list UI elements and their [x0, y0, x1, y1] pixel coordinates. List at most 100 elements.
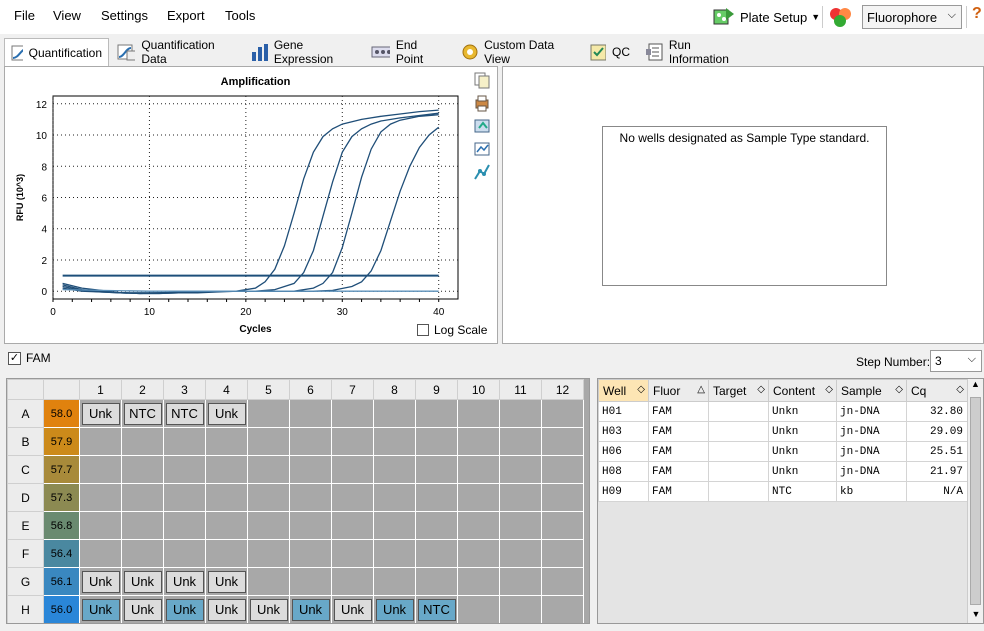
plate-well[interactable]: [79, 511, 122, 540]
plate-well[interactable]: [457, 455, 500, 484]
plate-well[interactable]: [457, 567, 500, 596]
plate-well[interactable]: [247, 399, 290, 428]
plate-well[interactable]: [373, 483, 416, 512]
plate-well[interactable]: [247, 567, 290, 596]
plate-well[interactable]: [205, 483, 248, 512]
plate-well[interactable]: [373, 511, 416, 540]
plate-well[interactable]: [289, 567, 332, 596]
menu-settings[interactable]: Settings: [101, 8, 148, 23]
plate-column-header[interactable]: 1: [79, 379, 122, 400]
scroll-down-icon[interactable]: ▼: [968, 609, 983, 623]
plate-well[interactable]: Unk: [205, 567, 248, 596]
plate-well[interactable]: [415, 567, 458, 596]
results-column-header[interactable]: Well ◇: [598, 379, 649, 402]
plate-well[interactable]: [163, 511, 206, 540]
tab-gene-expression[interactable]: Gene Expression: [243, 38, 363, 66]
plate-well[interactable]: [247, 483, 290, 512]
fam-checkbox[interactable]: ✓ FAM: [8, 351, 51, 365]
plate-well[interactable]: [205, 511, 248, 540]
plate-well[interactable]: Unk: [121, 567, 164, 596]
plate-well[interactable]: [289, 427, 332, 456]
plate-well[interactable]: [457, 483, 500, 512]
scrollbar[interactable]: ▲ ▼: [967, 379, 983, 623]
plate-well[interactable]: [373, 539, 416, 568]
plate-corner[interactable]: [7, 379, 44, 400]
plate-well[interactable]: [79, 483, 122, 512]
plate-column-header[interactable]: 2: [121, 379, 164, 400]
print-icon[interactable]: [473, 94, 491, 112]
plate-well[interactable]: [541, 455, 584, 484]
plate-well[interactable]: [415, 483, 458, 512]
plate-well[interactable]: [79, 455, 122, 484]
table-row[interactable]: H03 FAM Unkn jn-DNA 29.09: [598, 421, 968, 442]
plate-well[interactable]: [499, 567, 542, 596]
plate-well[interactable]: [331, 539, 374, 568]
scroll-up-icon[interactable]: ▲: [968, 379, 983, 395]
export-image-icon[interactable]: [473, 117, 491, 135]
plate-well[interactable]: [373, 455, 416, 484]
plate-well[interactable]: [457, 427, 500, 456]
plate-well[interactable]: [373, 427, 416, 456]
tab-run-information[interactable]: Run Information: [638, 38, 752, 66]
plate-well[interactable]: [331, 567, 374, 596]
amplification-chart[interactable]: 0 10 20 30 40 0 2 4 6 8 10 12 Amplification Cycles RFU…: [5, 67, 471, 343]
results-column-header[interactable]: Sample ◇: [836, 379, 907, 402]
plate-well[interactable]: [499, 595, 542, 623]
chart-settings-icon[interactable]: [473, 140, 491, 158]
plate-column-header[interactable]: 10: [457, 379, 500, 400]
table-row[interactable]: H06 FAM Unkn jn-DNA 25.51: [598, 441, 968, 462]
plate-well[interactable]: [415, 511, 458, 540]
plate-well[interactable]: [205, 539, 248, 568]
plate-well[interactable]: [289, 399, 332, 428]
plate-well[interactable]: [415, 539, 458, 568]
plate-well[interactable]: [415, 399, 458, 428]
tab-end-point[interactable]: End Point: [364, 38, 452, 66]
plate-well[interactable]: [163, 539, 206, 568]
plate-well[interactable]: [247, 511, 290, 540]
plate-well[interactable]: Unk: [79, 595, 122, 623]
plate-well[interactable]: [499, 455, 542, 484]
plate-well[interactable]: [415, 455, 458, 484]
plate-well[interactable]: [331, 399, 374, 428]
fluorophore-select[interactable]: Fluorophore ⌵: [862, 5, 962, 29]
plate-well[interactable]: [331, 511, 374, 540]
plate-well[interactable]: Unk: [163, 595, 206, 623]
tab-qc[interactable]: QC: [582, 38, 637, 66]
plate-well[interactable]: [373, 567, 416, 596]
table-row[interactable]: H09 FAM NTC kb N/A: [598, 481, 968, 502]
menu-export[interactable]: Export: [167, 8, 205, 23]
plate-column-header[interactable]: 3: [163, 379, 206, 400]
plate-well[interactable]: Unk: [247, 595, 290, 623]
plate-row-header[interactable]: C: [7, 455, 44, 484]
plate-row-header[interactable]: F: [7, 539, 44, 568]
plate-well[interactable]: [499, 539, 542, 568]
plate-well[interactable]: [331, 483, 374, 512]
tab-quantification-data[interactable]: Quantification Data: [110, 38, 242, 66]
plate-well[interactable]: [541, 567, 584, 596]
plate-well[interactable]: [79, 427, 122, 456]
table-row[interactable]: H01 FAM Unkn jn-DNA 32.80: [598, 401, 968, 422]
plate-well[interactable]: [247, 427, 290, 456]
results-column-header[interactable]: Target ◇: [708, 379, 769, 402]
plate-well[interactable]: [247, 539, 290, 568]
plate-well[interactable]: NTC: [121, 399, 164, 428]
plate-well[interactable]: [457, 511, 500, 540]
plate-well[interactable]: [541, 595, 584, 623]
log-scale-checkbox[interactable]: Log Scale: [417, 323, 487, 337]
plate-row-header[interactable]: E: [7, 511, 44, 540]
plate-well[interactable]: Unk: [205, 399, 248, 428]
plate-well[interactable]: [121, 427, 164, 456]
menu-file[interactable]: File: [14, 8, 35, 23]
tab-custom-data-view[interactable]: Custom Data View: [453, 38, 581, 66]
plate-well[interactable]: [457, 595, 500, 623]
traffic-light-icon[interactable]: [828, 5, 854, 29]
plate-well[interactable]: [79, 539, 122, 568]
plate-well[interactable]: [163, 483, 206, 512]
plate-well[interactable]: Unk: [373, 595, 416, 623]
results-column-header[interactable]: Fluor △: [648, 379, 709, 402]
plate-well[interactable]: [541, 483, 584, 512]
plate-well[interactable]: [289, 511, 332, 540]
plate-well[interactable]: [541, 399, 584, 428]
plate-column-header[interactable]: 5: [247, 379, 290, 400]
plate-column-header[interactable]: 12: [541, 379, 584, 400]
